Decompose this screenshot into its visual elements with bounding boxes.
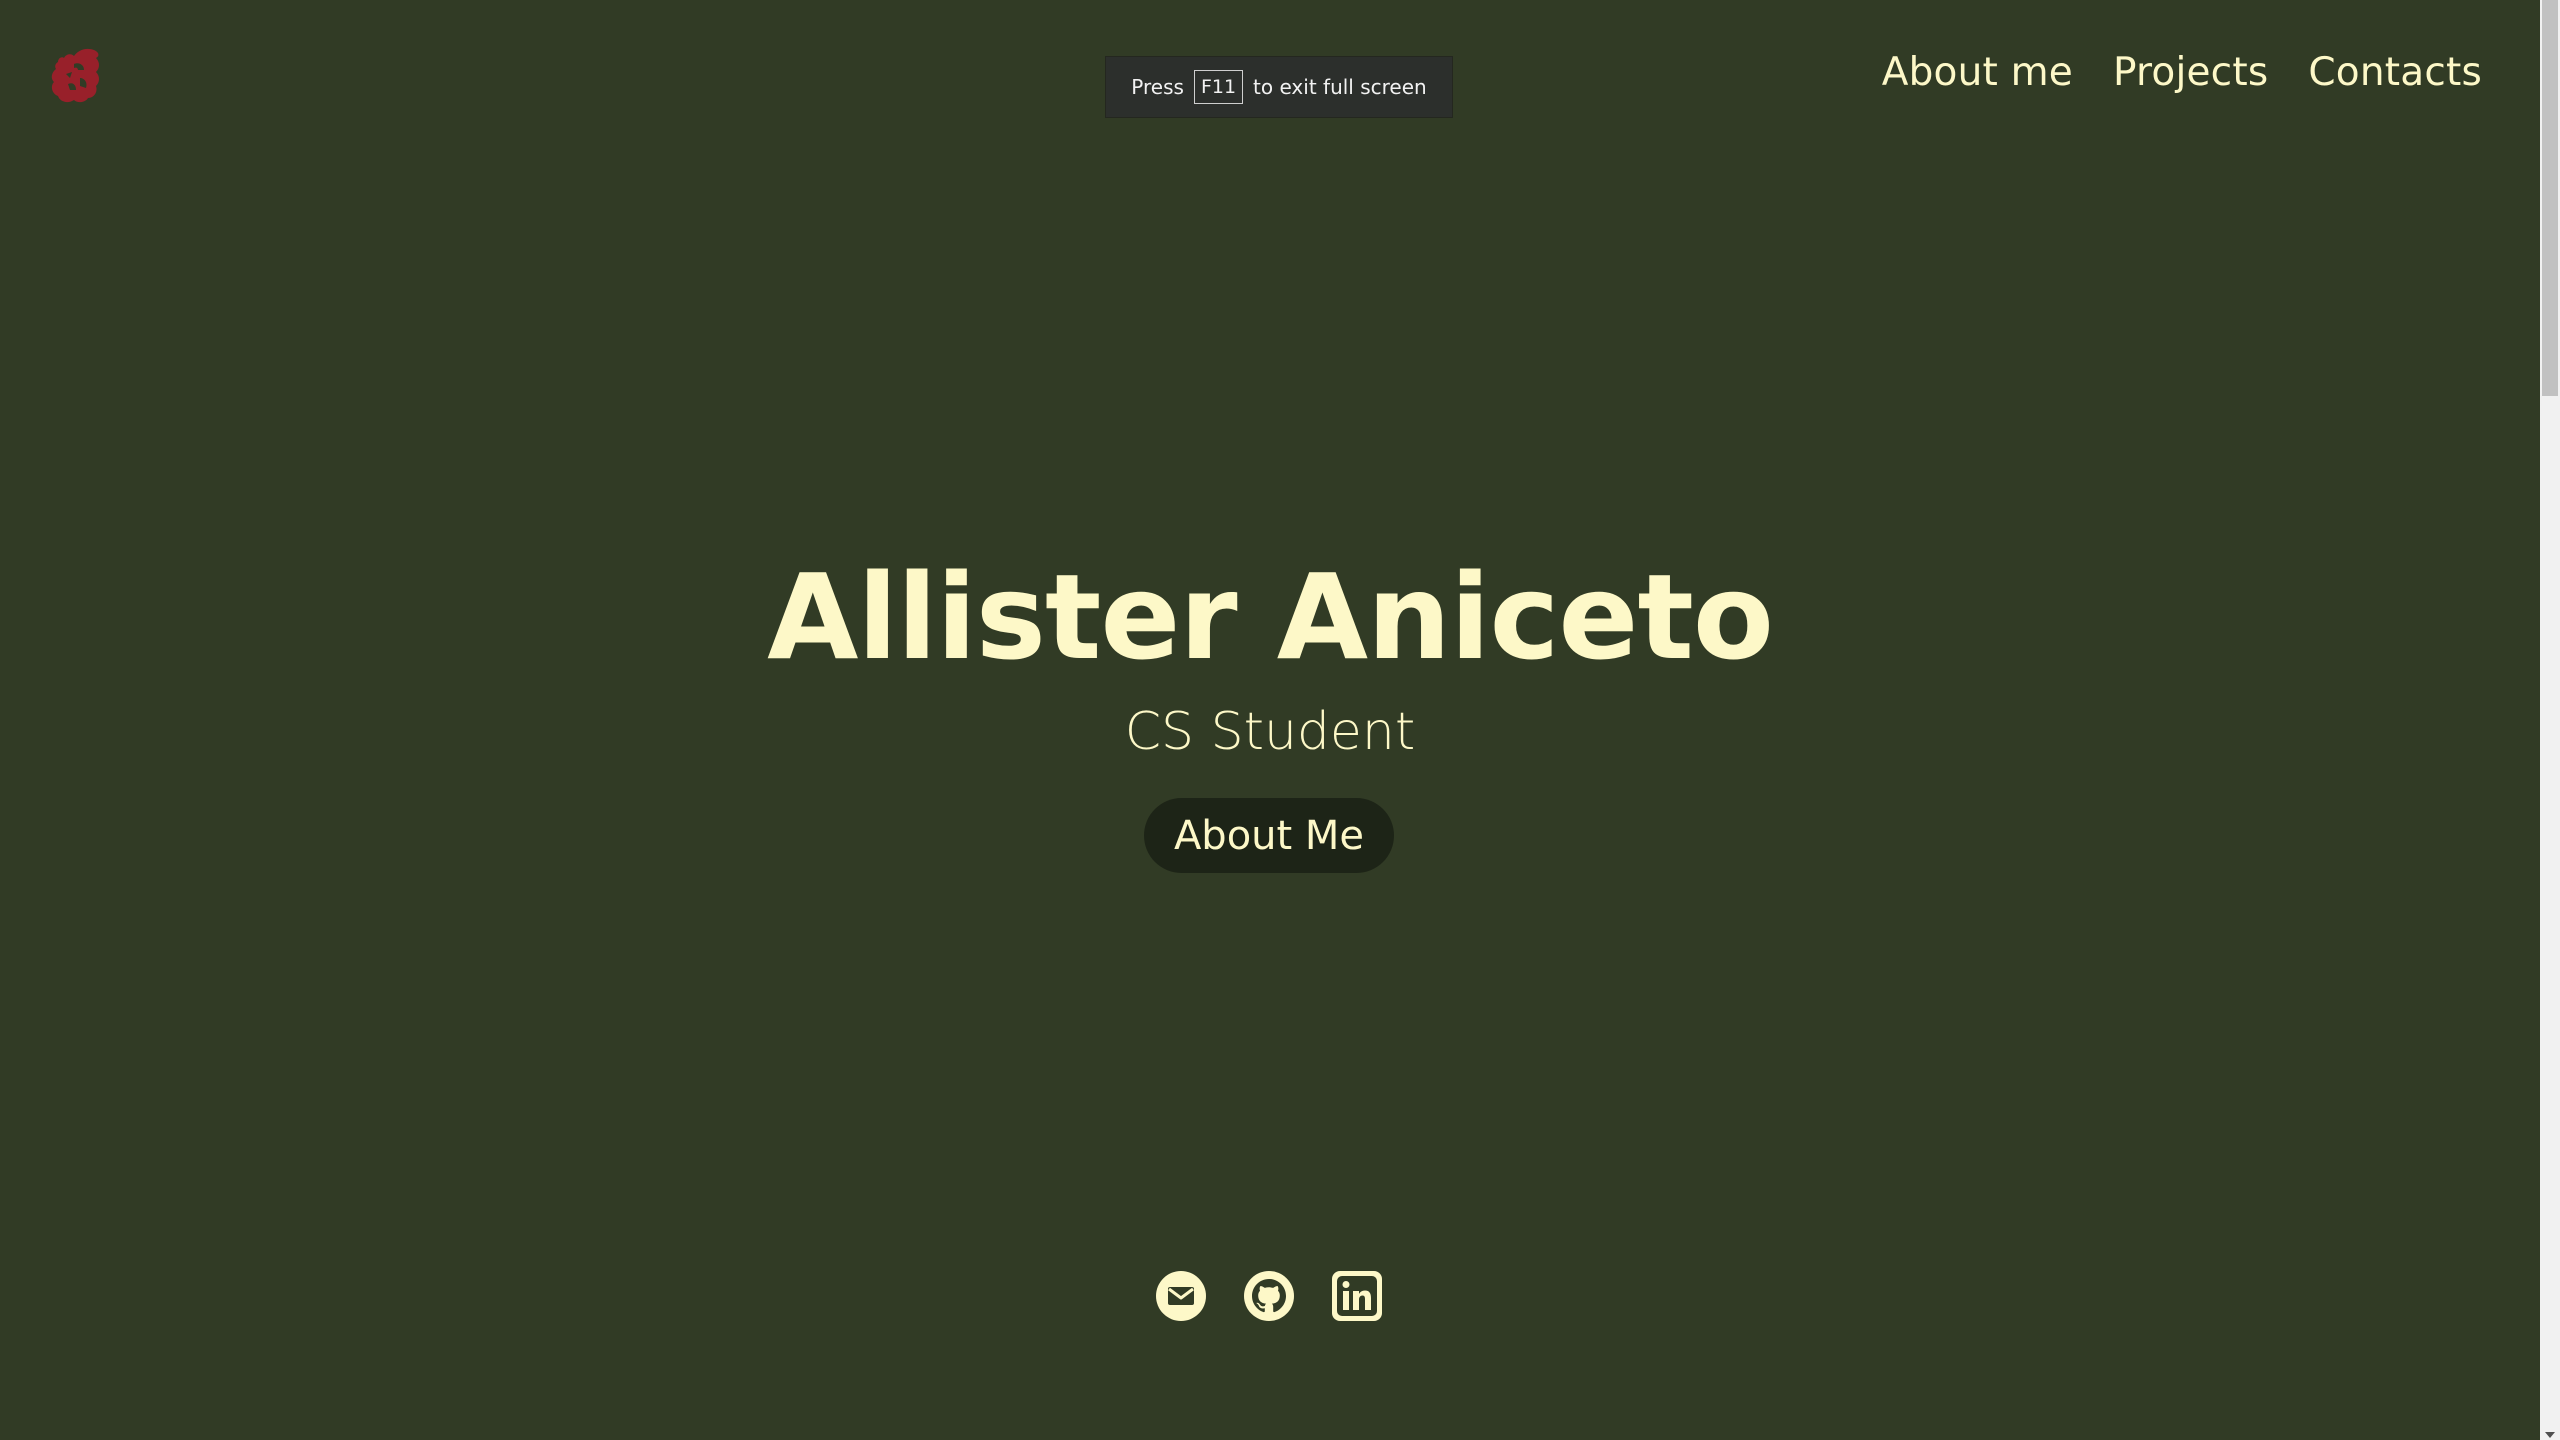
- about-me-button[interactable]: About Me: [1144, 798, 1394, 873]
- fullscreen-notice-suffix: to exit full screen: [1253, 75, 1427, 99]
- scroll-down-arrow-icon[interactable]: [2545, 1432, 2555, 1438]
- main-nav: About me Projects Contacts: [1882, 50, 2482, 95]
- nav-projects[interactable]: Projects: [2113, 50, 2268, 95]
- nav-contacts[interactable]: Contacts: [2308, 50, 2482, 95]
- nav-about-me[interactable]: About me: [1882, 50, 2073, 95]
- fullscreen-notice: Press F11 to exit full screen: [1105, 56, 1453, 118]
- page: About me Projects Contacts Press F11 to …: [0, 0, 2560, 1440]
- fullscreen-notice-key: F11: [1193, 70, 1244, 104]
- cougar-logo-icon[interactable]: [44, 44, 108, 108]
- hero-role: CS Student: [1124, 702, 1416, 762]
- scrollbar-thumb[interactable]: [2542, 0, 2558, 396]
- social-links: [1155, 1270, 1383, 1322]
- github-icon[interactable]: [1243, 1270, 1295, 1322]
- page-scrollbar[interactable]: [2540, 0, 2560, 1440]
- linkedin-icon[interactable]: [1331, 1270, 1383, 1322]
- email-icon[interactable]: [1155, 1270, 1207, 1322]
- fullscreen-notice-prefix: Press: [1131, 75, 1184, 99]
- hero-name: Allister Aniceto: [767, 548, 1774, 686]
